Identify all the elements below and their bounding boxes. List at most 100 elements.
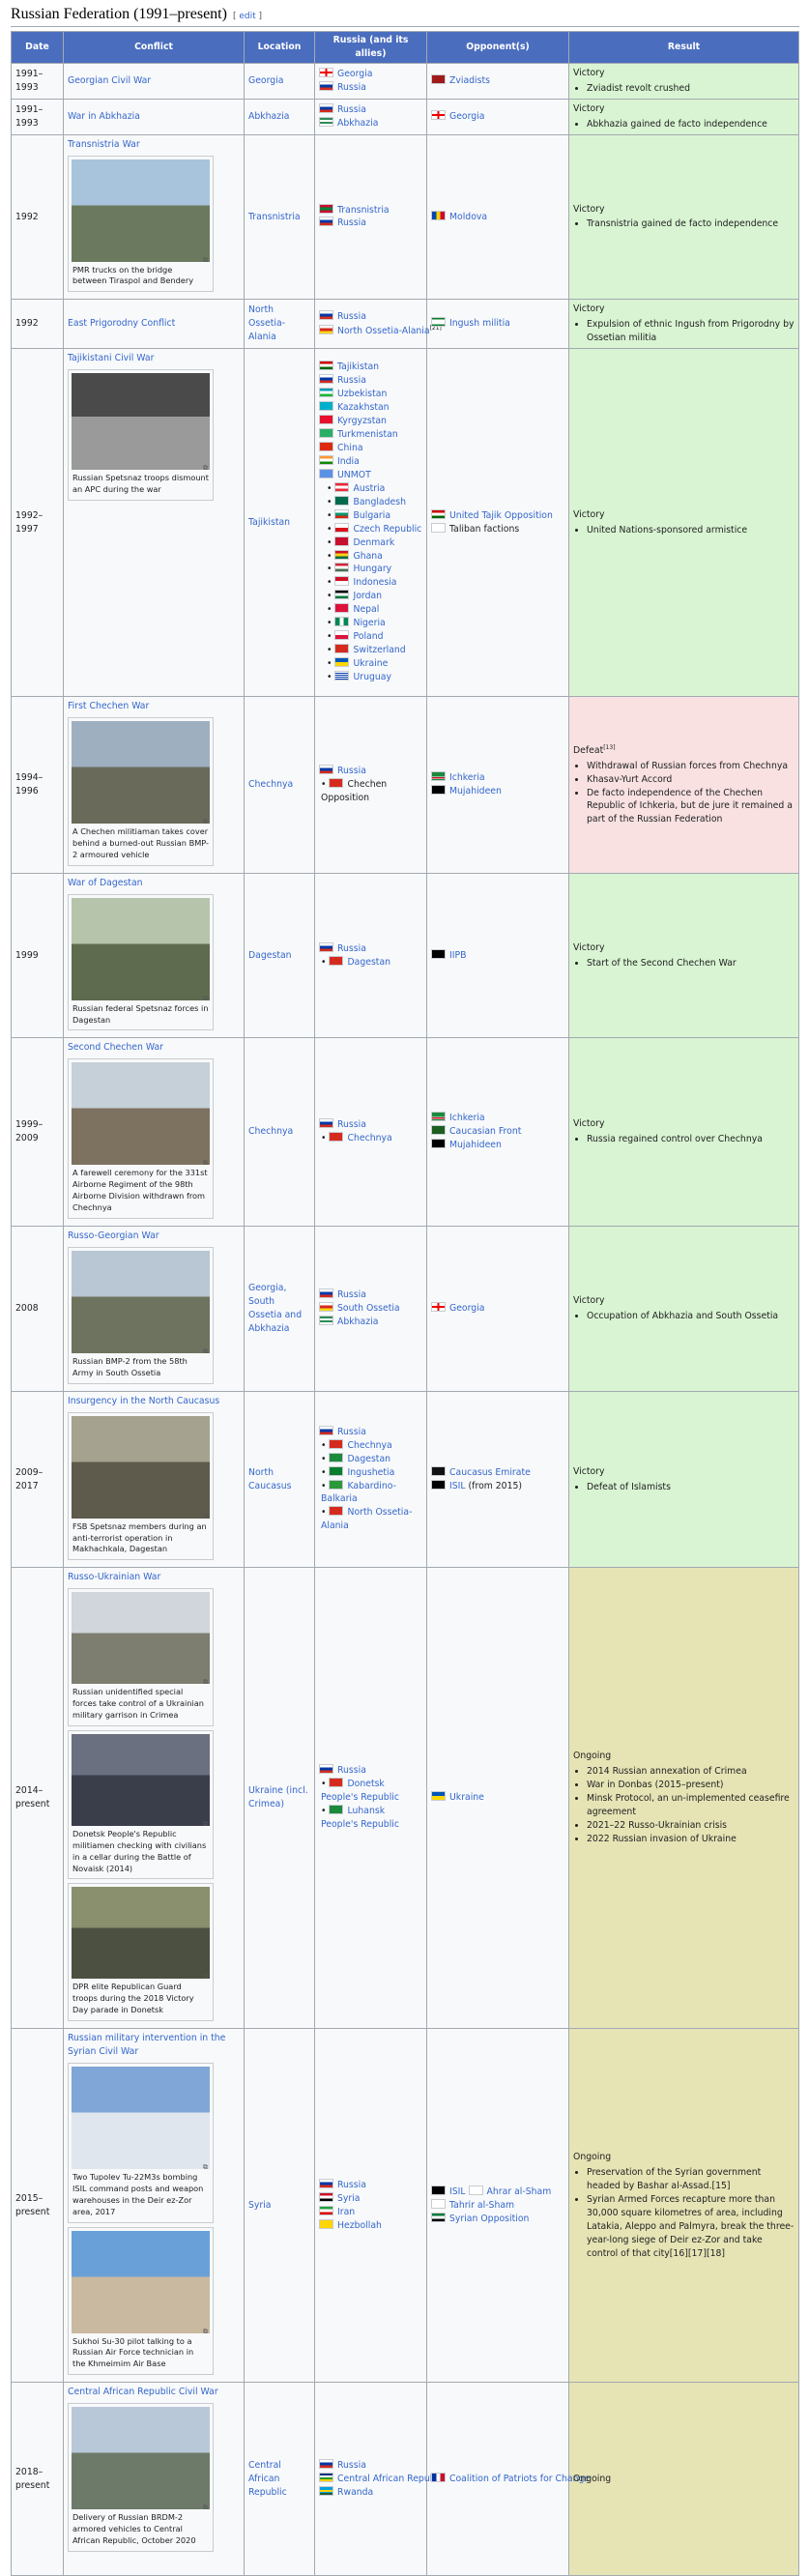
participant-link[interactable]: Syria — [337, 2193, 361, 2204]
location-link[interactable]: Tajikistan — [248, 517, 290, 528]
reference[interactable]: [13] — [603, 744, 615, 751]
conflict-link[interactable]: War in Abkhazia — [68, 110, 240, 124]
participant-link[interactable]: Georgia — [337, 69, 372, 79]
conflict-photo[interactable] — [72, 1887, 210, 1980]
participant-link[interactable]: Ichkeria — [449, 1113, 485, 1123]
location-link[interactable]: Chechnya — [248, 1126, 293, 1137]
conflict-photo[interactable] — [72, 897, 210, 1000]
participant-link[interactable]: Zviadists — [449, 75, 490, 86]
participant-link[interactable]: Mujahideen — [449, 1140, 502, 1150]
thumbnail[interactable]: Sukhoi Su-30 pilot talking to a Russian … — [68, 2226, 214, 2376]
conflict-photo[interactable] — [72, 373, 210, 471]
enlarge-icon[interactable]: ⧉ — [203, 2162, 208, 2172]
conflict-link[interactable]: War of Dagestan — [68, 877, 240, 890]
col-date[interactable]: Date — [11, 31, 64, 64]
participant-link[interactable]: UNMOT — [337, 470, 371, 480]
participant-link[interactable]: North Ossetia-Alania — [337, 326, 430, 336]
participant-link[interactable]: IIPB — [449, 950, 466, 961]
participant-link[interactable]: Ukraine — [449, 1792, 484, 1803]
participant-link[interactable]: Czech Republic — [353, 524, 421, 535]
conflict-photo[interactable] — [72, 1250, 210, 1353]
conflict-link[interactable]: East Prigorodny Conflict — [68, 317, 240, 331]
location-link[interactable]: Abkhazia — [248, 111, 289, 122]
location-link[interactable]: Georgia, South Ossetia and Abkhazia — [248, 1283, 302, 1334]
participant-link[interactable]: Mujahideen — [449, 786, 502, 796]
thumbnail[interactable]: Delivery of Russian BRDM-2 armored vehic… — [68, 2403, 214, 2552]
participant-link[interactable]: Jordan — [353, 591, 382, 601]
participant-link[interactable]: Ghana — [353, 551, 382, 562]
participant-link[interactable]: Nepal — [353, 604, 379, 615]
conflict-photo[interactable] — [72, 1062, 210, 1166]
conflict-link[interactable]: Insurgency in the North Caucasus — [68, 1395, 240, 1408]
participant-link[interactable]: Kazakhstan — [337, 402, 390, 413]
thumbnail[interactable]: Russian Spetsnaz troops dismount an APC … — [68, 369, 214, 501]
participant-link[interactable]: India — [337, 456, 360, 467]
thumbnail[interactable]: DPR elite Republican Guard troops during… — [68, 1883, 214, 2022]
participant-link[interactable]: Syrian Opposition — [449, 2214, 529, 2224]
participant-link[interactable]: Hezbollah — [337, 2220, 382, 2231]
participant-link[interactable]: Russia — [337, 2460, 366, 2471]
location-link[interactable]: North Ossetia-Alania — [248, 304, 285, 342]
participant-link[interactable]: Caucasus Emirate — [449, 1467, 531, 1478]
participant-link[interactable]: Abkhazia — [337, 1317, 378, 1327]
participant-link[interactable]: Uruguay — [353, 672, 391, 682]
location-link[interactable]: Georgia — [248, 75, 283, 86]
participant-link[interactable]: Russia — [337, 1289, 366, 1300]
participant-link[interactable]: Russia — [337, 311, 366, 322]
participant-link[interactable]: Kyrgyzstan — [337, 416, 387, 426]
thumbnail[interactable]: Donetsk People's Republic militiamen che… — [68, 1729, 214, 1880]
col-location[interactable]: Location — [244, 31, 315, 64]
conflict-link[interactable]: Central African Republic Civil War — [68, 2386, 240, 2399]
participant-link[interactable]: Dagestan — [347, 957, 390, 968]
thumbnail[interactable]: Russian BMP-2 from the 58th Army in Sout… — [68, 1246, 214, 1384]
participant-link[interactable]: ISIL — [449, 1481, 466, 1491]
participant-link[interactable]: Russia — [337, 82, 366, 93]
participant-link[interactable]: Russia — [337, 104, 366, 115]
enlarge-icon[interactable]: ⧉ — [203, 1677, 208, 1687]
conflict-photo[interactable] — [72, 1415, 210, 1519]
conflict-link[interactable]: Russo-Georgian War — [68, 1230, 240, 1243]
participant-link[interactable]: Chechnya — [347, 1440, 391, 1451]
col-opponents[interactable]: Opponent(s) — [426, 31, 569, 64]
participant-link[interactable]: Georgia — [449, 111, 484, 122]
participant-link[interactable]: Coalition of Patriots for Change — [449, 2474, 590, 2484]
thumbnail[interactable]: PMR trucks on the bridge between Tiraspo… — [68, 155, 214, 293]
participant-link[interactable]: Chechnya — [347, 1133, 391, 1143]
participant-link[interactable]: Ingushetia — [347, 1467, 394, 1478]
participant-link[interactable]: Russia — [337, 2180, 366, 2190]
conflict-photo[interactable] — [72, 721, 210, 825]
enlarge-icon[interactable]: ⧉ — [203, 817, 208, 826]
thumbnail[interactable]: FSB Spetsnaz members during an anti-terr… — [68, 1411, 214, 1561]
participant-link[interactable]: Russia — [337, 1119, 366, 1130]
participant-link[interactable]: Iran — [337, 2207, 355, 2217]
participant-link[interactable]: United Tajik Opposition — [449, 510, 553, 521]
enlarge-icon[interactable]: ⧉ — [203, 994, 208, 1003]
participant-link[interactable]: Tahrir al-Sham — [449, 2200, 514, 2211]
conflict-photo[interactable] — [72, 159, 210, 262]
participant-link[interactable]: Hungary — [353, 564, 391, 574]
conflict-photo[interactable] — [72, 2407, 210, 2510]
participant-link[interactable]: China — [337, 443, 363, 453]
participant-link[interactable]: Transnistria — [337, 205, 390, 216]
enlarge-icon[interactable]: ⧉ — [203, 255, 208, 265]
thumbnail[interactable]: A farewell ceremony for the 331st Airbor… — [68, 1058, 214, 1219]
participant-link[interactable]: Ingush militia — [449, 318, 510, 329]
enlarge-icon[interactable]: ⧉ — [203, 1972, 208, 1982]
edit-link[interactable]: edit — [239, 12, 255, 21]
participant-link[interactable]: Bulgaria — [353, 510, 390, 521]
participant-link[interactable]: Austria — [353, 483, 385, 494]
enlarge-icon[interactable]: ⧉ — [203, 1512, 208, 1521]
location-link[interactable]: Central African Republic — [248, 2460, 287, 2498]
participant-link[interactable]: Nigeria — [353, 618, 385, 628]
conflict-photo[interactable] — [72, 2230, 210, 2333]
participant-link[interactable]: Georgia — [449, 1303, 484, 1314]
participant-link[interactable]: Russia — [337, 1427, 366, 1437]
participant-link[interactable]: Bangladesh — [353, 497, 406, 507]
participant-link[interactable]: Central African Republic — [337, 2474, 446, 2484]
conflict-link[interactable]: Tajikistani Civil War — [68, 352, 240, 365]
conflict-link[interactable]: Second Chechen War — [68, 1041, 240, 1055]
conflict-photo[interactable] — [72, 1733, 210, 1826]
conflict-link[interactable]: Transnistria War — [68, 138, 240, 152]
participant-link[interactable]: Dagestan — [347, 1454, 390, 1464]
participant-link[interactable]: South Ossetia — [337, 1303, 400, 1314]
